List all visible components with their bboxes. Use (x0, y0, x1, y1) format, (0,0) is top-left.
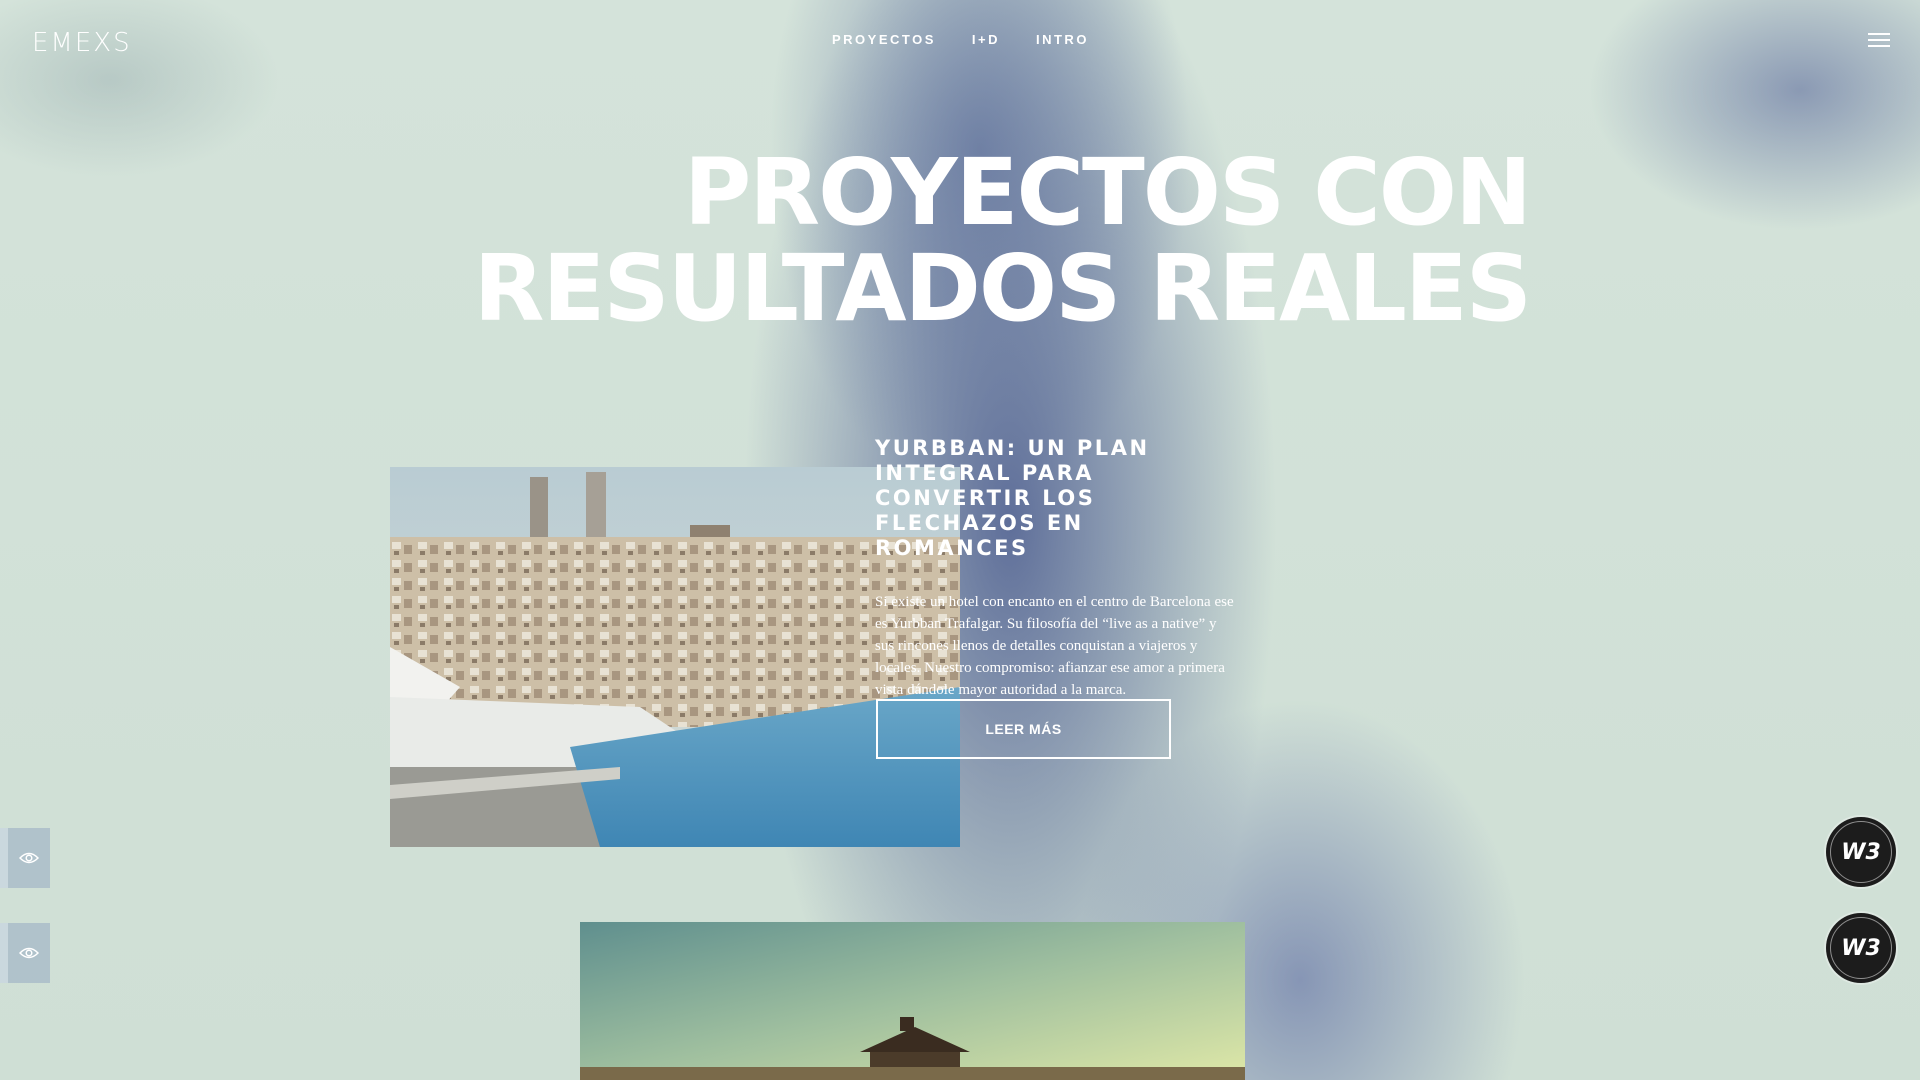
nav-item-id[interactable]: I+D (972, 32, 1000, 47)
w3-award-badge-2[interactable]: W3 (1826, 913, 1896, 983)
hero-line-2: RESULTADOS REALES (473, 235, 1532, 342)
project-description: Si existe un hotel con encanto en el cen… (875, 594, 1234, 698)
project-text-yurbban: YURBBAN: UN PLAN INTEGRAL PARA CONVERTIR… (875, 436, 1235, 701)
project-image-2[interactable] (580, 922, 1245, 1080)
badge-ring (1830, 917, 1892, 979)
nav-item-intro[interactable]: INTRO (1036, 32, 1089, 47)
eye-icon (19, 852, 39, 864)
read-more-button[interactable]: LEER MÁS (876, 699, 1171, 759)
side-view-button-1[interactable] (0, 828, 50, 888)
main-nav: PROYECTOS I+D INTRO (832, 32, 1089, 47)
nav-item-proyectos[interactable]: PROYECTOS (832, 32, 936, 47)
logo[interactable]: EMEXS (32, 28, 132, 58)
hero-title: PROYECTOS CON RESULTADOS REALES (473, 139, 1532, 342)
hamburger-icon[interactable] (1868, 33, 1890, 49)
hero-line-1: PROYECTOS CON (683, 139, 1532, 246)
side-view-button-2[interactable] (0, 923, 50, 983)
badge-ring (1830, 821, 1892, 883)
project-title[interactable]: YURBBAN: UN PLAN INTEGRAL PARA CONVERTIR… (875, 436, 1235, 561)
eye-icon (19, 947, 39, 959)
w3-award-badge-1[interactable]: W3 (1826, 817, 1896, 887)
